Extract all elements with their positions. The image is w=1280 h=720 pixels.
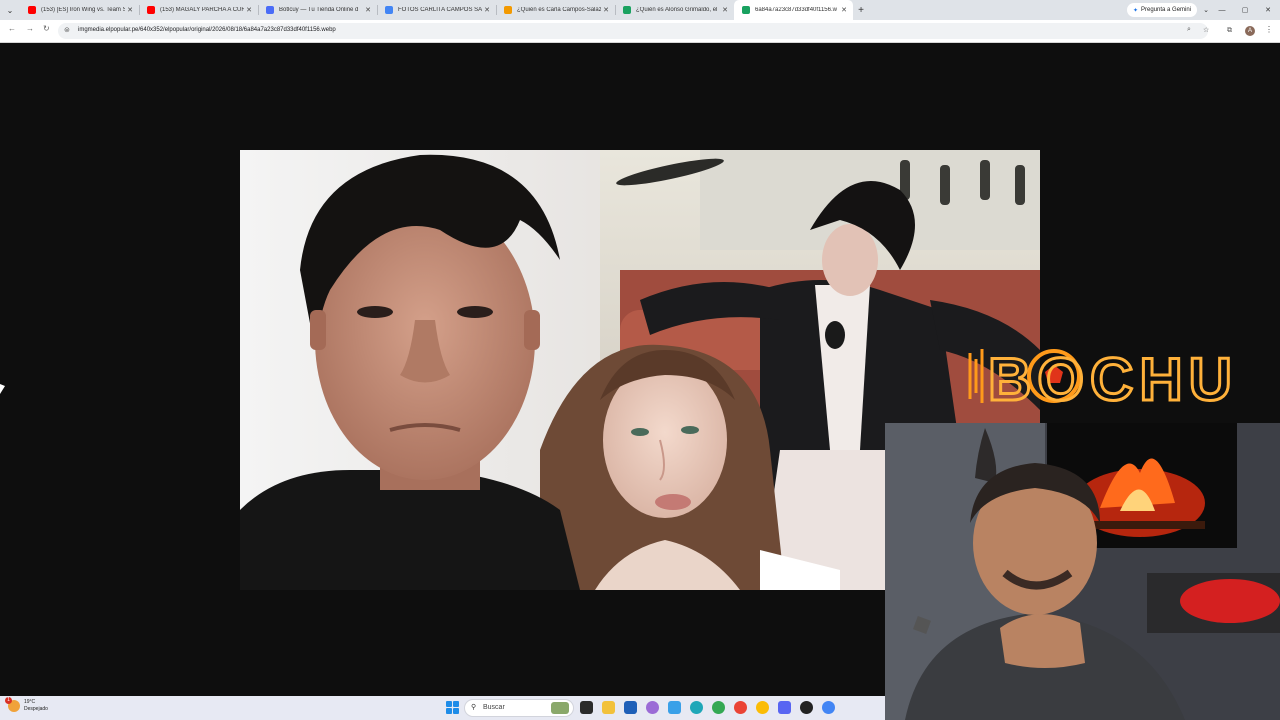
tab-close-icon[interactable]: ✕ bbox=[482, 6, 492, 14]
taskbar-app-discord-icon[interactable] bbox=[778, 701, 791, 714]
site-info-icon[interactable]: ⊜ bbox=[64, 26, 70, 34]
taskbar-app-store-icon[interactable] bbox=[624, 701, 637, 714]
search-icon: ⚲ bbox=[471, 704, 477, 711]
taskbar-app-photos-icon[interactable] bbox=[668, 701, 681, 714]
streamer-webcam bbox=[885, 423, 1280, 720]
taskbar-app-files-icon[interactable] bbox=[580, 701, 593, 714]
channel-logo: BOCHU bbox=[962, 345, 1234, 415]
weather-temperature: 19°C bbox=[24, 699, 36, 705]
bochu-logo-graphic: BOCHU bbox=[968, 345, 1234, 415]
forward-arrow-icon[interactable]: → bbox=[26, 24, 34, 33]
windows-start-icon[interactable] bbox=[446, 701, 459, 714]
tab-close-icon[interactable]: ✕ bbox=[601, 6, 611, 14]
browser-tab[interactable]: (153) MAGALY PARCHA A CUR ✕ bbox=[139, 0, 258, 20]
browser-tab[interactable]: ¿Quién es Alonso Grimaldo, el ✕ bbox=[615, 0, 734, 20]
gemini-button[interactable]: ✦ Pregunta a Gemini bbox=[1127, 3, 1198, 17]
tab-title: ¿Quién es Alonso Grimaldo, el bbox=[636, 7, 718, 13]
mouse-cursor bbox=[0, 384, 5, 394]
toolbar: ← → ↻ ⊜ imgmedia.elpopular.pe/640x352/el… bbox=[0, 20, 1280, 43]
gemini-sparkle-icon: ✦ bbox=[1133, 7, 1139, 14]
tab-favicon-icon bbox=[28, 6, 36, 14]
extensions-icon[interactable]: ⧉ bbox=[1227, 27, 1232, 35]
zoom-icon[interactable]: ⌕ bbox=[1187, 26, 1191, 34]
weather-badge: 1 bbox=[5, 697, 12, 704]
tab-title: Botlcuy — Tu Tienda Online d bbox=[279, 7, 359, 13]
minimize-button[interactable]: — bbox=[1211, 0, 1233, 20]
tab-favicon-icon bbox=[623, 6, 631, 14]
tab-close-icon[interactable]: ✕ bbox=[839, 6, 849, 14]
windows-taskbar: 1 19°C Despejado ⚲ Buscar bbox=[0, 696, 885, 720]
browser-tab[interactable]: Botlcuy — Tu Tienda Online d ✕ bbox=[258, 0, 377, 20]
gemini-label: Pregunta a Gemini bbox=[1141, 7, 1192, 13]
tab-favicon-icon bbox=[266, 6, 274, 14]
menu-kebab-icon[interactable]: ⋮ bbox=[1265, 25, 1273, 34]
tab-list: (153) [ES] Iron Wing vs. Team Sp ✕ (153) M… bbox=[20, 0, 853, 20]
tab-title: 6a84a7a23c87d33df40f1156.w bbox=[755, 7, 837, 13]
taskbar-app-chrome-4-icon[interactable] bbox=[822, 701, 835, 714]
search-placeholder: Buscar bbox=[483, 704, 505, 711]
maximize-button[interactable]: ▢ bbox=[1234, 0, 1256, 20]
browser-tab[interactable]: 6a84a7a23c87d33df40f1156.w ✕ bbox=[734, 0, 853, 20]
tab-favicon-icon bbox=[504, 6, 512, 14]
tab-strip: ⌄ (153) [ES] Iron Wing vs. Team Sp ✕ (153)… bbox=[0, 0, 1280, 20]
tab-close-icon[interactable]: ✕ bbox=[720, 6, 730, 14]
logo-text: BOCHU bbox=[988, 346, 1232, 407]
weather-widget[interactable]: 1 19°C Despejado bbox=[5, 697, 48, 713]
tab-favicon-icon bbox=[742, 6, 750, 14]
taskbar-app-davinci-icon[interactable] bbox=[800, 701, 813, 714]
taskbar-app-chrome-2-icon[interactable] bbox=[734, 701, 747, 714]
taskbar-app-edge-icon[interactable] bbox=[690, 701, 703, 714]
new-tab-button[interactable]: + bbox=[853, 5, 869, 16]
back-arrow-icon[interactable]: ← bbox=[8, 24, 16, 33]
taskbar-app-copilot-icon[interactable] bbox=[646, 701, 659, 714]
tab-close-icon[interactable]: ✕ bbox=[363, 6, 373, 14]
tab-favicon-icon bbox=[147, 6, 155, 14]
taskbar-app-chrome-icon[interactable] bbox=[712, 701, 725, 714]
tab-search-icon[interactable]: ⌄ bbox=[0, 0, 20, 20]
tab-title: (153) [ES] Iron Wing vs. Team Sp bbox=[41, 7, 125, 13]
webcam-feed bbox=[885, 423, 1280, 720]
tab-title: (153) MAGALY PARCHA A CUR bbox=[160, 7, 244, 13]
browser-tab[interactable]: (153) [ES] Iron Wing vs. Team Sp ✕ bbox=[20, 0, 139, 20]
taskbar-app-chrome-3-icon[interactable] bbox=[756, 701, 769, 714]
bookmark-star-icon[interactable]: ☆ bbox=[1203, 26, 1209, 34]
address-bar[interactable]: ⊜ imgmedia.elpopular.pe/640x352/elpopula… bbox=[58, 23, 1209, 39]
browser-tab[interactable]: FOTOS CARLITA CAMPOS SALA ✕ bbox=[377, 0, 496, 20]
weather-description: Despejado bbox=[24, 706, 48, 712]
close-window-button[interactable]: ✕ bbox=[1257, 0, 1279, 20]
tab-title: ¿Quién es Carla Campos-Salazar bbox=[517, 7, 601, 13]
tab-title: FOTOS CARLITA CAMPOS SALA bbox=[398, 7, 482, 13]
taskbar-search-box[interactable]: ⚲ Buscar bbox=[464, 699, 574, 717]
search-highlight-image bbox=[551, 702, 569, 714]
profile-avatar[interactable]: A bbox=[1245, 26, 1255, 36]
weather-sun-icon: 1 bbox=[5, 697, 20, 712]
reload-icon[interactable]: ↻ bbox=[43, 24, 50, 33]
tab-close-icon[interactable]: ✕ bbox=[244, 6, 254, 14]
browser-tab[interactable]: ¿Quién es Carla Campos-Salazar ✕ bbox=[496, 0, 615, 20]
tab-close-icon[interactable]: ✕ bbox=[125, 6, 135, 14]
tab-favicon-icon bbox=[385, 6, 393, 14]
taskbar-app-file-explorer-icon[interactable] bbox=[602, 701, 615, 714]
url-text[interactable]: imgmedia.elpopular.pe/640x352/elpopular/… bbox=[78, 27, 336, 33]
